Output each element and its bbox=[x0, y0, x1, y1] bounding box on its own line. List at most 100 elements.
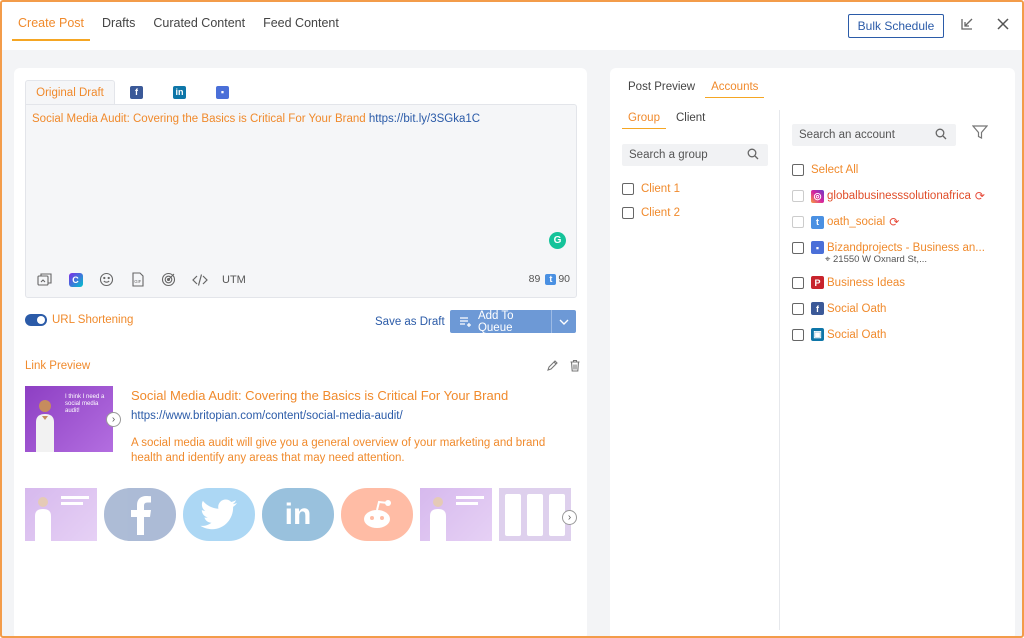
account-item[interactable]: ▣ Social Oath bbox=[792, 328, 886, 341]
thumbnail-option[interactable] bbox=[499, 488, 571, 541]
account-search-placeholder: Search an account bbox=[799, 129, 895, 141]
group-item[interactable]: Client 2 bbox=[622, 207, 680, 219]
account-item[interactable]: ◎ globalbusinesssolutionafrica ⟳ bbox=[792, 189, 985, 203]
linkedin-logo-option[interactable]: in bbox=[262, 488, 334, 541]
link-preview-url[interactable]: https://www.britopian.com/content/social… bbox=[131, 410, 403, 422]
media-icon[interactable] bbox=[36, 271, 53, 288]
linkedin-page-icon: ▣ bbox=[811, 328, 824, 341]
group-item[interactable]: Client 1 bbox=[622, 183, 680, 195]
edit-icon[interactable] bbox=[545, 358, 559, 372]
account-checkbox[interactable] bbox=[792, 241, 804, 254]
tab-create-post[interactable]: Create Post bbox=[12, 16, 91, 41]
address-text: 21550 W Oxnard St,... bbox=[833, 254, 927, 265]
link-preview-headline[interactable]: Social Media Audit: Covering the Basics … bbox=[131, 388, 508, 403]
reconnect-icon[interactable]: ⟳ bbox=[975, 189, 985, 203]
emoji-icon[interactable] bbox=[98, 271, 115, 288]
post-editor[interactable]: Social Media Audit: Covering the Basics … bbox=[25, 104, 577, 298]
post-link[interactable]: https://bit.ly/3SGka1C bbox=[369, 113, 480, 125]
chevron-down-icon[interactable] bbox=[552, 319, 576, 325]
target-icon[interactable] bbox=[160, 271, 177, 288]
group-search-input[interactable]: Search a group bbox=[622, 144, 768, 166]
twitter-logo-option[interactable] bbox=[183, 488, 255, 541]
link-preview-image: I think I need a social media audit! bbox=[25, 386, 113, 452]
trash-icon[interactable] bbox=[568, 358, 582, 372]
utm-button[interactable]: UTM bbox=[222, 274, 246, 286]
tab-google-business[interactable]: ▪ bbox=[201, 80, 244, 104]
account-checkbox[interactable] bbox=[792, 328, 804, 341]
bulk-schedule-button[interactable]: Bulk Schedule bbox=[848, 14, 944, 38]
twitter-icon: t bbox=[811, 215, 824, 229]
editor-toolbar: C GIF UTM bbox=[36, 271, 246, 288]
group-checkbox[interactable] bbox=[622, 183, 634, 195]
account-item[interactable]: P Business Ideas bbox=[792, 276, 905, 289]
account-item[interactable]: f Social Oath bbox=[792, 302, 886, 315]
account-item[interactable]: t oath_social ⟳ bbox=[792, 215, 899, 229]
account-address: ⌖ 21550 W Oxnard St,... bbox=[825, 254, 927, 265]
select-all-checkbox[interactable] bbox=[792, 164, 804, 176]
reconnect-icon[interactable]: ⟳ bbox=[889, 215, 899, 229]
url-shortening-label: URL Shortening bbox=[52, 314, 134, 326]
image-carousel: in bbox=[25, 488, 578, 541]
url-shortening-toggle[interactable] bbox=[25, 314, 47, 326]
grammarly-icon[interactable]: G bbox=[549, 232, 566, 249]
filter-icon[interactable] bbox=[971, 124, 989, 141]
account-name: globalbusinesssolutionafrica bbox=[827, 190, 971, 202]
thumbnail-option[interactable] bbox=[420, 488, 492, 541]
save-as-draft-link[interactable]: Save as Draft bbox=[375, 316, 445, 328]
tab-post-preview[interactable]: Post Preview bbox=[622, 81, 701, 98]
twitter-icon: t bbox=[545, 273, 557, 285]
account-search-input[interactable]: Search an account bbox=[792, 124, 956, 146]
pinterest-icon: P bbox=[811, 276, 824, 289]
tab-original-draft[interactable]: Original Draft bbox=[25, 80, 115, 104]
next-image-button[interactable]: › bbox=[106, 412, 121, 427]
char-count: 89 bbox=[528, 273, 541, 285]
link-preview-description: A social media audit will give you a gen… bbox=[131, 437, 546, 464]
editor-tabs: Original Draft f in ▪ bbox=[25, 80, 244, 104]
tab-linkedin[interactable]: in bbox=[158, 80, 201, 104]
character-counter: 89 t 90 bbox=[529, 273, 570, 285]
tab-accounts[interactable]: Accounts bbox=[705, 81, 765, 98]
gif-icon[interactable]: GIF bbox=[129, 271, 146, 288]
account-name: Bizandprojects - Business an... bbox=[827, 241, 985, 254]
carousel-next-button[interactable]: › bbox=[562, 510, 577, 525]
tab-facebook[interactable]: f bbox=[115, 80, 158, 104]
group-search-placeholder: Search a group bbox=[629, 149, 708, 161]
thumbnail-caption: I think I need a social media audit! bbox=[65, 394, 105, 414]
tab-group[interactable]: Group bbox=[622, 112, 666, 129]
account-name: Social Oath bbox=[827, 302, 887, 315]
search-icon bbox=[935, 128, 948, 141]
tab-curated-content[interactable]: Curated Content bbox=[147, 16, 251, 41]
add-to-queue-main[interactable]: Add To Queue bbox=[450, 310, 552, 334]
account-checkbox[interactable] bbox=[792, 216, 804, 228]
account-checkbox[interactable] bbox=[792, 190, 804, 202]
minimize-icon[interactable] bbox=[959, 16, 977, 34]
facebook-logo-option[interactable] bbox=[104, 488, 176, 541]
group-checkbox[interactable] bbox=[622, 207, 634, 219]
canva-icon[interactable]: C bbox=[67, 271, 84, 288]
preview-account-tabs: Post Preview Accounts bbox=[622, 81, 768, 98]
tab-drafts[interactable]: Drafts bbox=[96, 16, 141, 41]
tab-feed-content[interactable]: Feed Content bbox=[257, 16, 345, 41]
post-body: Social Media Audit: Covering the Basics … bbox=[32, 113, 369, 125]
tab-client[interactable]: Client bbox=[670, 112, 711, 129]
group-client-tabs: Group Client bbox=[622, 112, 715, 129]
account-checkbox[interactable] bbox=[792, 276, 804, 289]
search-icon bbox=[747, 148, 760, 161]
post-text[interactable]: Social Media Audit: Covering the Basics … bbox=[32, 113, 480, 125]
account-checkbox[interactable] bbox=[792, 302, 804, 315]
code-icon[interactable] bbox=[191, 271, 208, 288]
select-all-row[interactable]: Select All bbox=[792, 164, 858, 176]
twitter-count: 90 bbox=[558, 273, 570, 285]
top-bar: Create Post Drafts Curated Content Feed … bbox=[2, 2, 1022, 50]
account-item[interactable]: ▪ Bizandprojects - Business an... bbox=[792, 241, 985, 254]
google-business-icon: ▪ bbox=[216, 85, 229, 99]
facebook-icon: f bbox=[811, 302, 824, 315]
queue-icon bbox=[459, 316, 471, 327]
link-preview-actions bbox=[536, 358, 582, 372]
close-icon[interactable] bbox=[995, 16, 1013, 34]
thumbnail-option[interactable] bbox=[25, 488, 97, 541]
add-to-queue-button[interactable]: Add To Queue bbox=[450, 310, 576, 334]
account-name: Business Ideas bbox=[827, 276, 905, 289]
reddit-logo-option[interactable] bbox=[341, 488, 413, 541]
accounts-panel: Post Preview Accounts Group Client Searc… bbox=[610, 68, 1015, 636]
